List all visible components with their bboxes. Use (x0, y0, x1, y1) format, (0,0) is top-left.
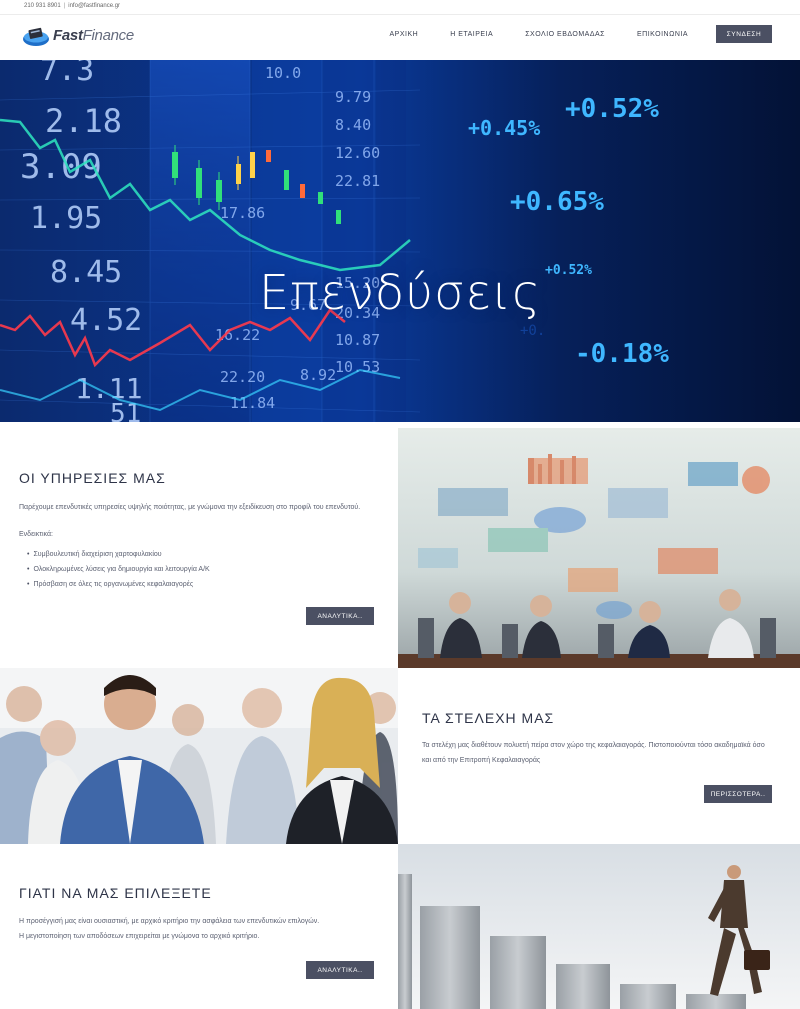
ticker-left-4: 1.95 (30, 201, 102, 236)
team-title: ΤΑ ΣΤΕΛΕΧΗ ΜΑΣ (422, 710, 555, 726)
logo-icon (23, 27, 49, 46)
divider: | (63, 3, 66, 9)
why-us-text-2: Η μεγιστοποίηση των αποδόσεων επιχειρείτ… (19, 933, 260, 940)
ticker-right-2: +0.52% (565, 94, 659, 124)
services-section: ΟΙ ΥΠΗΡΕΣΙΕΣ ΜΑΣ Παρέχουμε επενδυτικές υ… (0, 422, 800, 668)
ticker-mid-14: 22.20 (220, 368, 265, 386)
why-us-title: ΓΙΑΤΙ ΝΑ ΜΑΣ ΕΠΙΛΕΞΕΤΕ (19, 885, 212, 901)
ticker-right-3: +0.65% (510, 187, 604, 217)
ticker-right-5: -0.18% (575, 339, 669, 369)
top-contact-bar: 210 931 8901 | info@fastfinance.gr (0, 0, 800, 15)
nav-contact[interactable]: ΕΠΙΚΟΙΝΩΝΙΑ (637, 31, 688, 38)
ticker-mid-1: 10.0 (265, 64, 301, 82)
businessman-stairs-photo (398, 844, 800, 1009)
list-item: Συμβουλευτική διαχείριση χαρτοφυλακίου (27, 547, 210, 562)
services-indicative-label: Ενδεικτικά: (19, 531, 53, 538)
email-link[interactable]: info@fastfinance.gr (68, 3, 120, 9)
ticker-right-1: +0.45% (468, 116, 540, 140)
login-button[interactable]: ΣΥΝΔΕΣΗ (716, 25, 772, 43)
site-logo[interactable]: FastFinance (22, 24, 152, 50)
nav-home[interactable]: ΑΡΧΙΚΗ (390, 31, 419, 38)
ticker-mid-9: 10.87 (335, 331, 380, 349)
ticker-mid-4: 12.60 (335, 144, 380, 162)
ticker-mid-6: 17.86 (220, 204, 265, 222)
ticker-mid-5: 22.81 (335, 172, 380, 190)
ticker-mid-13: 8.92 (300, 366, 336, 384)
why-us-text-1: Η προσέγγισή μας είναι ουσιαστική, με αρ… (19, 918, 320, 925)
hero-banner: 7.3 2.18 3.09 1.95 8.45 4.52 1.11 51 10.… (0, 60, 800, 422)
ticker-left-2: 2.18 (45, 102, 122, 140)
team-section: ΤΑ ΣΤΕΛΕΧΗ ΜΑΣ Τα στελέχη μας διαθέτουν … (0, 668, 800, 844)
list-item: Πρόσβαση σε όλες τις οργανωμένες κεφαλαι… (27, 577, 210, 592)
team-people-photo (0, 668, 398, 844)
ticker-left-1: 7.3 (40, 60, 94, 88)
ticker-left-8: 51 (110, 399, 141, 422)
ticker-mid-11: 16.22 (215, 326, 260, 344)
ticker-mid-2: 9.79 (335, 88, 371, 106)
team-image (0, 668, 398, 844)
why-us-details-button[interactable]: ΑΝΑΛΥΤΙΚΑ.. (306, 961, 374, 979)
business-meeting-photo (398, 428, 800, 668)
growth-stairs-image (398, 844, 800, 1009)
site-header: FastFinance ΑΡΧΙΚΗ Η ΕΤΑΙΡΕΙΑ ΣΧΟΛΙΟ ΕΒΔ… (0, 15, 800, 60)
services-intro: Παρέχουμε επενδυτικές υπηρεσίες υψηλής π… (19, 504, 361, 511)
list-item: Ολοκληρωμένες λύσεις για δημιουργία και … (27, 562, 209, 577)
meeting-image (398, 428, 800, 668)
phone-number[interactable]: 210 931 8901 (24, 3, 61, 9)
hero-title: Επενδύσεις (258, 265, 542, 321)
main-navigation: ΑΡΧΙΚΗ Η ΕΤΑΙΡΕΙΑ ΣΧΟΛΙΟ ΕΒΔΟΜΑΔΑΣ ΕΠΙΚΟ… (358, 25, 772, 43)
services-list: Συμβουλευτική διαχείριση χαρτοφυλακίου Ο… (27, 547, 210, 592)
logo-wordmark: FastFinance (53, 27, 134, 44)
team-more-button[interactable]: ΠΕΡΙΣΣΟΤΕΡΑ.. (704, 785, 772, 803)
ticker-mid-15: 11.84 (230, 394, 275, 412)
svg-text:+0.: +0. (520, 323, 545, 339)
stock-ticker-image: 7.3 2.18 3.09 1.95 8.45 4.52 1.11 51 10.… (0, 60, 800, 422)
services-details-button[interactable]: ΑΝΑΛΥΤΙΚΑ.. (306, 607, 374, 625)
contact-info: 210 931 8901 | info@fastfinance.gr (24, 3, 120, 9)
nav-company[interactable]: Η ΕΤΑΙΡΕΙΑ (450, 31, 493, 38)
services-title: ΟΙ ΥΠΗΡΕΣΙΕΣ ΜΑΣ (19, 470, 166, 486)
why-us-section: ΓΙΑΤΙ ΝΑ ΜΑΣ ΕΠΙΛΕΞΕΤΕ Η προσέγγισή μας … (0, 844, 800, 1009)
team-text: Τα στελέχη μας διαθέτουν πολυετή πείρα σ… (422, 742, 765, 764)
ticker-mid-3: 8.40 (335, 116, 371, 134)
nav-weekly-comment[interactable]: ΣΧΟΛΙΟ ΕΒΔΟΜΑΔΑΣ (525, 31, 605, 38)
